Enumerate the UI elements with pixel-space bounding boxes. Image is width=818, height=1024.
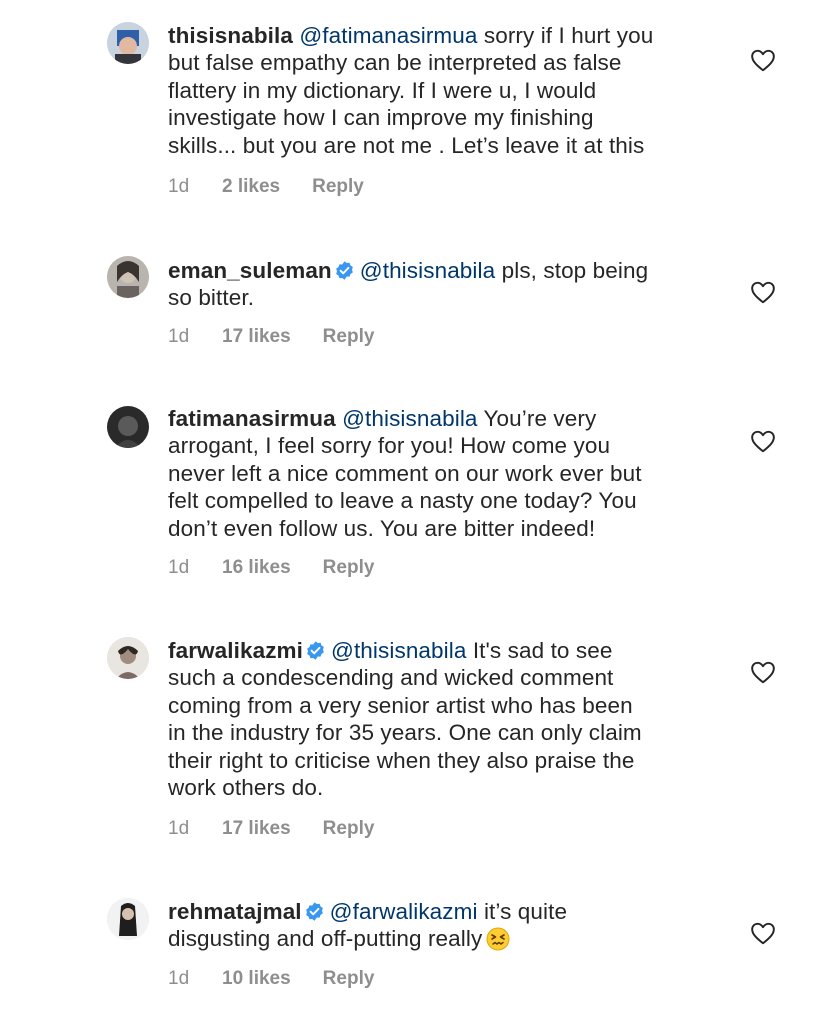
comment-text: thisisnabila @fatimanasirmua sorry if I … — [168, 22, 728, 159]
reply-button[interactable]: Reply — [323, 968, 375, 990]
heart-icon[interactable] — [750, 48, 776, 72]
comment-text: fatimanasirmua @thisisnabila You’re very… — [168, 405, 728, 542]
mention-link[interactable]: @thisisnabila — [360, 258, 495, 283]
reply-button[interactable]: Reply — [323, 326, 375, 348]
mention-link[interactable]: @fatimanasirmua — [299, 23, 477, 48]
verified-badge-icon — [334, 260, 355, 281]
confounded-face-emoji-icon — [486, 927, 510, 951]
timestamp: 1d — [168, 557, 190, 578]
verified-badge-icon — [304, 901, 325, 922]
avatar[interactable] — [107, 637, 149, 679]
likes-count[interactable]: 10 likes — [222, 968, 291, 990]
likes-count[interactable]: 2 likes — [222, 176, 280, 198]
avatar[interactable] — [107, 22, 149, 64]
mention-link[interactable]: @thisisnabila — [342, 406, 477, 431]
username[interactable]: eman_suleman — [168, 258, 332, 283]
likes-count[interactable]: 16 likes — [222, 557, 291, 579]
comment-meta: 1d 10 likes Reply — [168, 968, 374, 990]
username[interactable]: fatimanasirmua — [168, 406, 336, 431]
reply-button[interactable]: Reply — [323, 818, 375, 840]
timestamp: 1d — [168, 968, 190, 989]
comment-text: rehmatajmal @farwalikazmi it’s quite disg… — [168, 898, 728, 953]
comment-meta: 1d 2 likes Reply — [168, 176, 364, 198]
comment-meta: 1d 17 likes Reply — [168, 326, 374, 348]
heart-icon[interactable] — [750, 921, 776, 945]
mention-link[interactable]: @farwalikazmi — [330, 899, 478, 924]
avatar[interactable] — [107, 898, 149, 940]
mention-link[interactable]: @thisisnabila — [331, 638, 466, 663]
avatar[interactable] — [107, 256, 149, 298]
heart-icon[interactable] — [750, 280, 776, 304]
comment-meta: 1d 17 likes Reply — [168, 818, 374, 840]
username[interactable]: rehmatajmal — [168, 899, 302, 924]
timestamp: 1d — [168, 176, 190, 197]
likes-count[interactable]: 17 likes — [222, 326, 291, 348]
likes-count[interactable]: 17 likes — [222, 818, 291, 840]
timestamp: 1d — [168, 326, 190, 347]
reply-button[interactable]: Reply — [312, 176, 364, 198]
heart-icon[interactable] — [750, 660, 776, 684]
timestamp: 1d — [168, 818, 190, 839]
verified-badge-icon — [305, 640, 326, 661]
avatar[interactable] — [107, 406, 149, 448]
heart-icon[interactable] — [750, 429, 776, 453]
comment-text: farwalikazmi @thisisnabila It's sad to se… — [168, 637, 728, 801]
comment-meta: 1d 16 likes Reply — [168, 557, 374, 579]
username[interactable]: thisisnabila — [168, 23, 293, 48]
username[interactable]: farwalikazmi — [168, 638, 303, 663]
comment-text: eman_suleman @thisisnabila pls, stop bein… — [168, 257, 728, 312]
reply-button[interactable]: Reply — [323, 557, 375, 579]
